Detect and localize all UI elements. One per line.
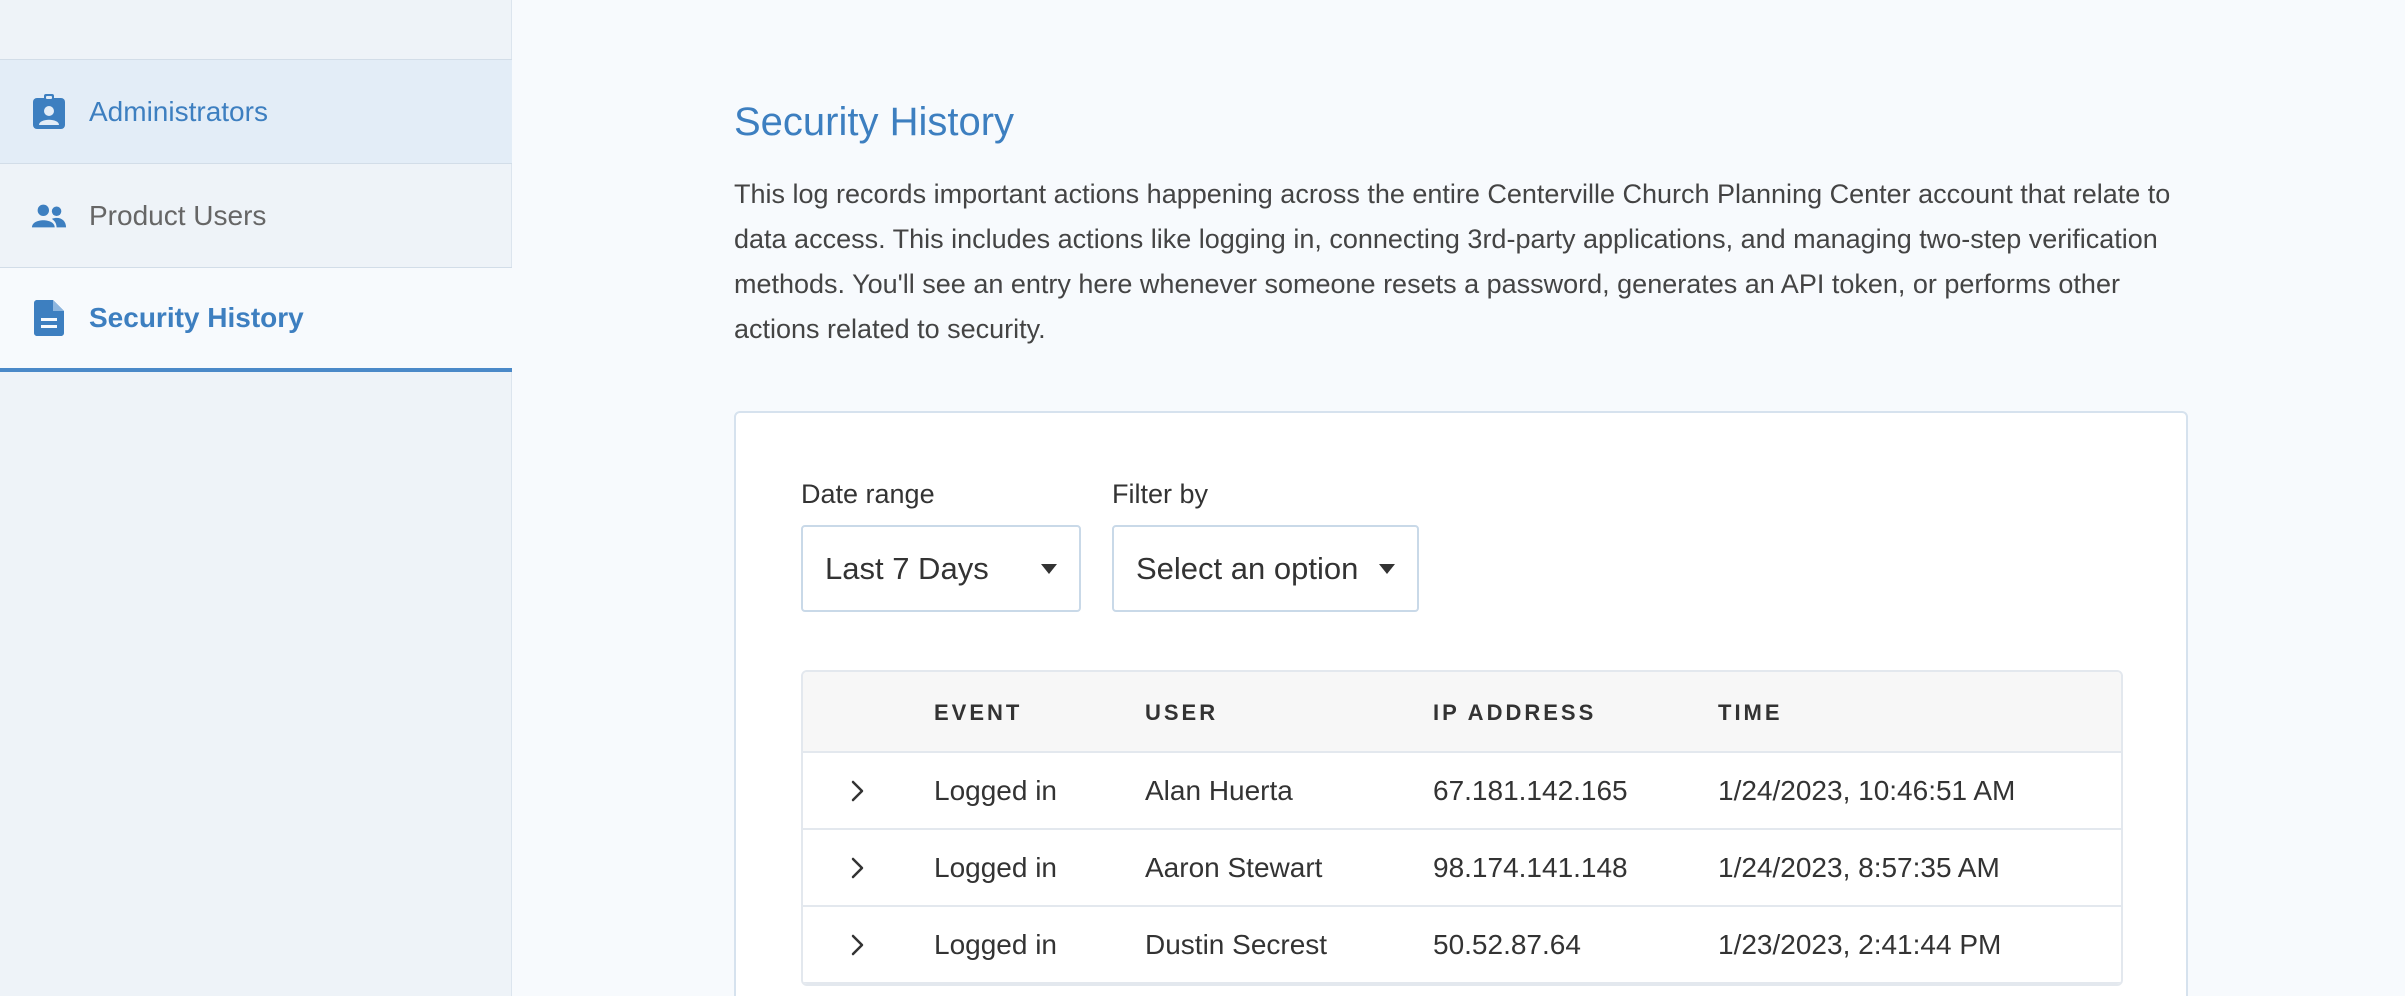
column-header-ip-address[interactable]: IP ADDRESS: [1433, 672, 1596, 753]
table-row[interactable]: Logged in Alan Huerta 67.181.142.165 1/2…: [803, 753, 2121, 830]
sidebar-item-label: Product Users: [89, 199, 267, 231]
sidebar-item-product-users[interactable]: Product Users: [0, 164, 512, 268]
time-cell: 1/24/2023, 8:57:35 AM: [1718, 852, 2000, 883]
chevron-right-icon[interactable]: [843, 930, 873, 960]
page-title: Security History: [734, 100, 1015, 144]
id-badge-icon: [31, 93, 67, 130]
table-header: EVENT USER IP ADDRESS TIME: [803, 672, 2121, 753]
users-icon: [31, 198, 67, 234]
chevron-right-icon[interactable]: [843, 853, 873, 883]
table-row[interactable]: Logged in Dustin Secrest 50.52.87.64 1/2…: [803, 907, 2121, 984]
sidebar-item-administrators[interactable]: Administrators: [0, 60, 512, 164]
user-cell: Dustin Secrest: [1145, 929, 1328, 960]
caret-down-icon: [1379, 563, 1395, 574]
chevron-right-icon[interactable]: [843, 776, 873, 806]
filter-by-label: Filter by: [1112, 479, 1209, 509]
user-cell: Aaron Stewart: [1145, 852, 1323, 883]
sidebar-item-label: Security History: [89, 302, 304, 333]
event-cell: Logged in: [934, 852, 1058, 883]
date-range-label: Date range: [801, 479, 935, 509]
ip-address-cell: 50.52.87.64: [1433, 929, 1581, 960]
date-range-filter: Date range Last 7 Days: [801, 479, 1081, 612]
sidebar-nav: Administrators Product Users Security Hi…: [0, 59, 512, 372]
ip-address-cell: 98.174.141.148: [1433, 852, 1628, 883]
time-cell: 1/24/2023, 10:46:51 AM: [1718, 775, 2016, 806]
ip-address-cell: 67.181.142.165: [1433, 775, 1628, 806]
user-cell: Alan Huerta: [1145, 775, 1293, 806]
column-header-user[interactable]: USER: [1145, 672, 1218, 753]
event-cell: Logged in: [934, 775, 1058, 806]
security-history-card: Date range Last 7 Days Filter by Select …: [734, 411, 2188, 996]
event-cell: Logged in: [934, 929, 1058, 960]
page: Administrators Product Users Security Hi…: [0, 0, 2405, 996]
sidebar: Administrators Product Users Security Hi…: [0, 0, 512, 996]
document-icon: [31, 300, 67, 336]
time-cell: 1/23/2023, 2:41:44 PM: [1718, 929, 2002, 960]
caret-down-icon: [1041, 563, 1057, 574]
date-range-value: Last 7 Days: [825, 550, 989, 586]
table-row[interactable]: Logged in Aaron Stewart 98.174.141.148 1…: [803, 830, 2121, 907]
filter-by-filter: Filter by Select an option: [1112, 479, 1419, 612]
column-header-event[interactable]: EVENT: [934, 672, 1022, 753]
sidebar-item-security-history[interactable]: Security History: [0, 268, 512, 372]
filter-by-value: Select an option: [1136, 550, 1359, 586]
security-history-table: EVENT USER IP ADDRESS TIME Logged in Ala…: [801, 670, 2123, 986]
page-description: This log records important actions happe…: [734, 179, 2171, 344]
date-range-select[interactable]: Last 7 Days: [801, 525, 1081, 612]
column-header-time[interactable]: TIME: [1718, 672, 1783, 753]
sidebar-item-label: Administrators: [89, 95, 268, 127]
filter-by-select[interactable]: Select an option: [1112, 525, 1419, 612]
